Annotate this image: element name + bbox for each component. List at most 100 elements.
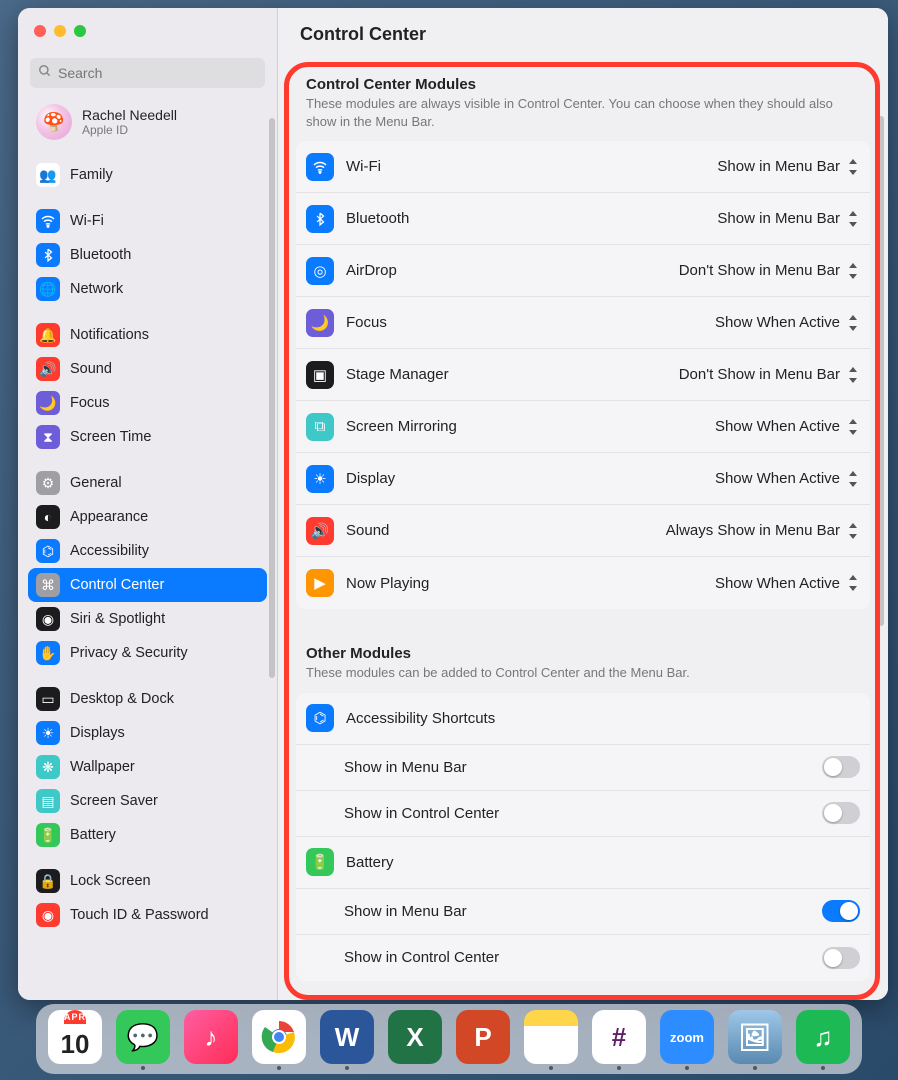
sidebar-item-wallpaper[interactable]: ❋Wallpaper: [28, 750, 267, 784]
search-icon: [38, 64, 52, 83]
module-row-sound: 🔊SoundAlways Show in Menu Bar: [296, 505, 870, 557]
focus-icon: 🌙: [36, 391, 60, 415]
toggle-switch[interactable]: [822, 756, 860, 778]
apple-id-row[interactable]: 🍄 Rachel Needell Apple ID: [28, 98, 267, 146]
toggle-switch[interactable]: [822, 802, 860, 824]
module-row-stage-manager: ▣Stage ManagerDon't Show in Menu Bar: [296, 349, 870, 401]
sidebar-item-screen-saver[interactable]: ▤Screen Saver: [28, 784, 267, 818]
calendar-icon: APR10: [48, 1010, 102, 1064]
now-playing-icon: ▶: [306, 569, 334, 597]
dock-item-messages[interactable]: 💬: [114, 1010, 172, 1070]
minimize-button[interactable]: [54, 25, 66, 37]
dock-item-slack[interactable]: #: [590, 1010, 648, 1070]
module-row-screen-mirroring: ⧉Screen MirroringShow When Active: [296, 401, 870, 453]
sidebar-item-battery[interactable]: 🔋Battery: [28, 818, 267, 852]
maximize-button[interactable]: [74, 25, 86, 37]
module-label: Now Playing: [346, 575, 715, 592]
chevron-updown-icon: [846, 574, 860, 592]
toggle-switch[interactable]: [822, 900, 860, 922]
sidebar-scrollbar[interactable]: [269, 118, 275, 678]
dock-item-notes[interactable]: [522, 1010, 580, 1070]
dock-item-calendar[interactable]: APR10: [46, 1010, 104, 1064]
sidebar-item-accessibility[interactable]: ⌬ Accessibility: [28, 534, 267, 568]
main-scrollbar[interactable]: [878, 116, 884, 626]
sidebar-item-label: Accessibility: [70, 543, 149, 559]
dock-item-excel[interactable]: X: [386, 1010, 444, 1064]
titlebar: [18, 8, 277, 54]
dock-item-preview[interactable]: 🖼: [726, 1010, 784, 1070]
sidebar-list: 🍄 Rachel Needell Apple ID 👥 Family Wi-FiBl…: [18, 98, 277, 1000]
toggle-switch[interactable]: [822, 947, 860, 969]
search-input[interactable]: [58, 65, 257, 81]
sidebar-item-control-center[interactable]: ⌘Control Center: [28, 568, 267, 602]
dock-item-spotify[interactable]: ♫: [794, 1010, 852, 1070]
bluetooth-icon: [36, 243, 60, 267]
sidebar-item-privacy-security[interactable]: ✋Privacy & Security: [28, 636, 267, 670]
sidebar-item-network[interactable]: 🌐Network: [28, 272, 267, 306]
module-label: Focus: [346, 314, 715, 331]
sidebar-item-label: Sound: [70, 361, 112, 377]
sidebar-item-screen-time[interactable]: ⧗Screen Time: [28, 420, 267, 454]
module-row-focus: 🌙 FocusShow When Active: [296, 297, 870, 349]
music-icon: ♪: [184, 1010, 238, 1064]
module-select[interactable]: Don't Show in Menu Bar: [679, 366, 860, 384]
chevron-updown-icon: [846, 366, 860, 384]
user-sub: Apple ID: [82, 123, 177, 137]
module-select[interactable]: Show When Active: [715, 418, 860, 436]
module-select[interactable]: Show When Active: [715, 574, 860, 592]
sidebar-item-bluetooth[interactable]: Bluetooth: [28, 238, 267, 272]
module-select[interactable]: Don't Show in Menu Bar: [679, 262, 860, 280]
sidebar-item-siri-spotlight[interactable]: ◉Siri & Spotlight: [28, 602, 267, 636]
sidebar-item-general[interactable]: ⚙General: [28, 466, 267, 500]
family-icon: 👥: [36, 163, 60, 187]
sidebar-item-displays[interactable]: ☀Displays: [28, 716, 267, 750]
sidebar-item-sound[interactable]: 🔊Sound: [28, 352, 267, 386]
dock-item-chrome[interactable]: [250, 1010, 308, 1070]
module-select[interactable]: Show When Active: [715, 470, 860, 488]
dock-item-music[interactable]: ♪: [182, 1010, 240, 1064]
dock-item-word[interactable]: W: [318, 1010, 376, 1070]
sidebar-item-label: Wallpaper: [70, 759, 135, 775]
sidebar-item-desktop-dock[interactable]: ▭Desktop & Dock: [28, 682, 267, 716]
sidebar-item-label: General: [70, 475, 122, 491]
module-value: Show in Menu Bar: [717, 210, 840, 227]
sidebar-item-lock-screen[interactable]: 🔒Lock Screen: [28, 864, 267, 898]
module-value: Show in Menu Bar: [717, 158, 840, 175]
notifications-icon: 🔔: [36, 323, 60, 347]
sidebar-item-family[interactable]: 👥 Family: [28, 158, 267, 192]
wi-fi-icon: [306, 153, 334, 181]
sidebar-item-appearance[interactable]: ◐Appearance: [28, 500, 267, 534]
toggle-label: Show in Menu Bar: [344, 759, 822, 776]
module-select[interactable]: Show in Menu Bar: [717, 210, 860, 228]
close-button[interactable]: [34, 25, 46, 37]
modules-group: Wi-FiShow in Menu BarBluetoothShow in Me…: [296, 141, 870, 609]
dock-item-zoom[interactable]: zoom: [658, 1010, 716, 1070]
battery-icon: 🔋: [36, 823, 60, 847]
accessibility-icon: ⌬: [36, 539, 60, 563]
module-select[interactable]: Show in Menu Bar: [717, 158, 860, 176]
sidebar-item-wi-fi[interactable]: Wi-Fi: [28, 204, 267, 238]
running-indicator: [141, 1066, 145, 1070]
module-select[interactable]: Always Show in Menu Bar: [666, 522, 860, 540]
accessibility-shortcuts-icon: ⌬: [306, 704, 334, 732]
sidebar-item-label: Family: [70, 167, 113, 183]
search-field[interactable]: [30, 58, 265, 88]
desktop-dock-icon: ▭: [36, 687, 60, 711]
spotify-icon: ♫: [796, 1010, 850, 1064]
sidebar-item-focus[interactable]: 🌙Focus: [28, 386, 267, 420]
other-module-row-battery: 🔋Battery: [296, 837, 870, 889]
dock-item-powerpoint[interactable]: P: [454, 1010, 512, 1064]
module-row-bluetooth: BluetoothShow in Menu Bar: [296, 193, 870, 245]
other-module-row-accessibility-shortcuts: ⌬Accessibility Shortcuts: [296, 693, 870, 745]
sidebar-item-notifications[interactable]: 🔔Notifications: [28, 318, 267, 352]
module-label: Wi-Fi: [346, 158, 717, 175]
focus-icon: 🌙: [306, 309, 334, 337]
module-label: Stage Manager: [346, 366, 679, 383]
module-label: Sound: [346, 522, 666, 539]
running-indicator: [277, 1066, 281, 1070]
dock: APR10💬♪ WXP #zoom🖼♫: [36, 1004, 862, 1074]
sidebar-item-touch-id-password[interactable]: ◉Touch ID & Password: [28, 898, 267, 932]
chrome-icon: [252, 1010, 306, 1064]
module-select[interactable]: Show When Active: [715, 314, 860, 332]
module-label: AirDrop: [346, 262, 679, 279]
